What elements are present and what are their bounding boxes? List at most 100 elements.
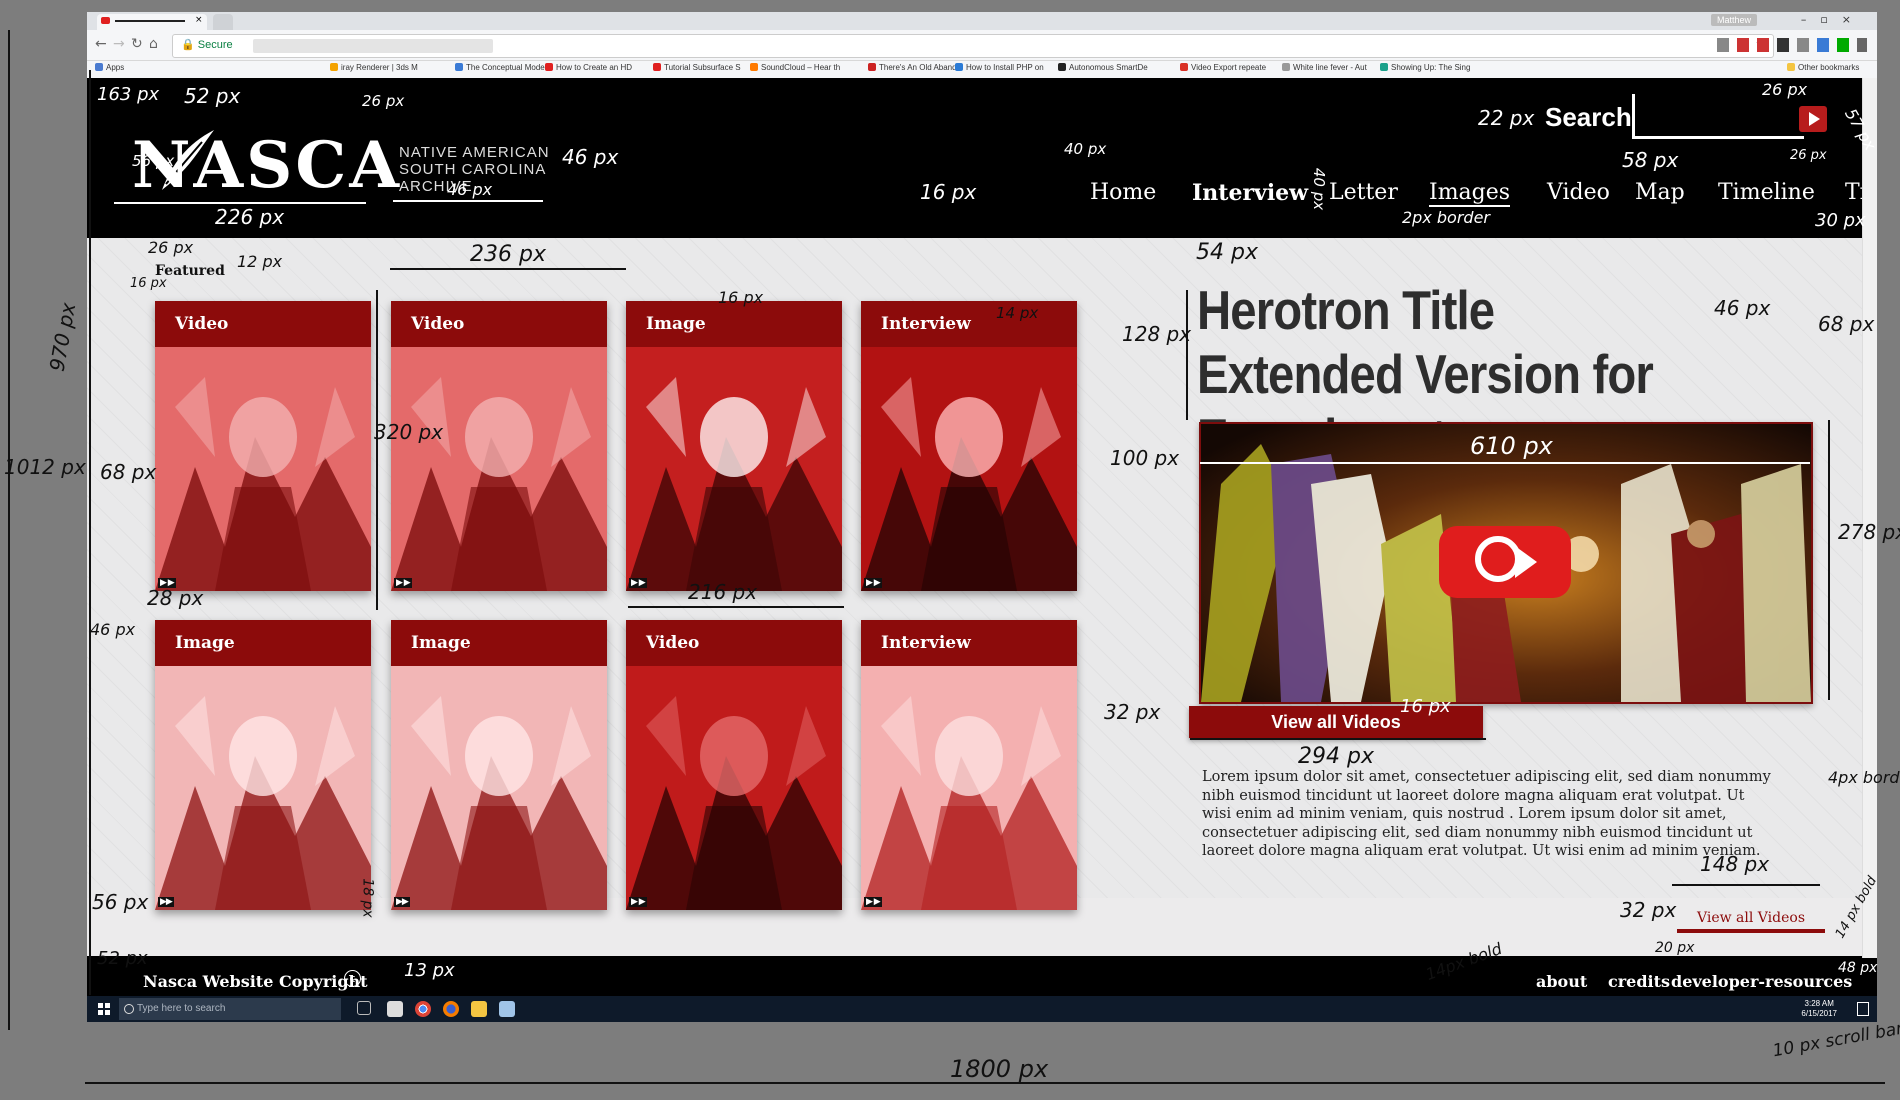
annotation: 148 px: [1700, 852, 1770, 876]
card-play-icon[interactable]: ▶ ▶: [864, 578, 882, 588]
featured-card[interactable]: Interview ▶ ▶: [861, 301, 1077, 591]
task-view-icon[interactable]: [357, 1001, 371, 1015]
annotation: 32 px: [1620, 898, 1677, 922]
card-play-icon[interactable]: ▶ ▶: [864, 897, 882, 907]
bookmark-item[interactable]: Tutorial Subsurface S: [653, 63, 741, 72]
mail-icon[interactable]: [387, 1001, 403, 1017]
annotation: 68 px: [1818, 312, 1875, 336]
notification-icon[interactable]: [1857, 1002, 1869, 1016]
card-type-label: Video: [411, 314, 465, 334]
tab-close-icon[interactable]: ×: [195, 15, 203, 25]
browser-toolbar: ← → ↻ ⌂ 🔒 Secure ☆: [87, 30, 1877, 61]
footer-link-developer-resources[interactable]: developer-resources: [1671, 972, 1852, 991]
other-bookmarks[interactable]: Other bookmarks: [1787, 63, 1859, 72]
archive-width-line: [393, 200, 543, 202]
apps-bookmark[interactable]: Apps: [95, 63, 124, 72]
card-play-icon[interactable]: ▶ ▶: [629, 897, 647, 907]
forward-icon[interactable]: →: [113, 36, 125, 52]
card-image: [155, 666, 371, 910]
bookmark-item[interactable]: White line fever - Aut: [1282, 63, 1367, 72]
bookmark-item[interactable]: How to Create an HD: [545, 63, 632, 72]
bookmark-label: There's An Old Aband: [879, 63, 957, 72]
firefox-icon[interactable]: [443, 1001, 459, 1017]
search-input[interactable]: [1632, 94, 1804, 139]
featured-card[interactable]: Interview ▶ ▶: [861, 620, 1077, 910]
body-text: Lorem ipsum dolor sit amet, consectetuer…: [1202, 769, 1771, 859]
bookmark-item[interactable]: Showing Up: The Sing: [1380, 63, 1470, 72]
view-all-videos-link[interactable]: View all Videos: [1677, 910, 1825, 933]
annotation: 26 px: [362, 92, 405, 110]
website: NASCA NATIVE AMERICAN SOUTH CAROLINA ARC…: [87, 78, 1877, 1008]
screen: × Matthew –▫× ← → ↻ ⌂ 🔒 Secure ☆ Apps ir…: [87, 12, 1877, 1022]
card-header: Video: [391, 301, 607, 347]
annotation: 2px border: [1402, 208, 1490, 227]
nav-letter[interactable]: Letter: [1329, 180, 1398, 205]
bookmark-item[interactable]: Autonomous SmartDe: [1058, 63, 1148, 72]
featured-card[interactable]: Video ▶ ▶: [391, 301, 607, 591]
annotation: 26 px: [148, 238, 194, 257]
nav-map[interactable]: Map: [1635, 180, 1685, 205]
annotation: 216 px: [688, 580, 758, 604]
annotation: 26 px: [1790, 148, 1827, 163]
tab-title-blur: [115, 20, 185, 22]
app-cube-icon[interactable]: [499, 1001, 515, 1017]
home-icon[interactable]: ⌂: [149, 36, 158, 52]
card-image: [861, 347, 1077, 591]
footer-link-credits[interactable]: credits: [1608, 972, 1670, 991]
extension-icons[interactable]: [1717, 38, 1867, 52]
annotation: 56 px: [132, 152, 175, 170]
bookmark-favicon-icon: [955, 63, 963, 71]
bookmark-item[interactable]: iray Renderer | 3ds M: [330, 63, 418, 72]
windows-start-icon[interactable]: [98, 1003, 110, 1015]
taskbar-clock[interactable]: 3:28 AM 6/15/2017: [1801, 999, 1837, 1019]
browser-tab-bar: × Matthew –▫×: [87, 12, 1877, 30]
featured-card[interactable]: Image ▶▶: [391, 620, 607, 910]
nav-timeline[interactable]: Timeline: [1718, 180, 1815, 205]
nav-home[interactable]: Home: [1090, 180, 1156, 205]
bookmark-item[interactable]: SoundCloud – Hear th: [750, 63, 840, 72]
card-play-icon[interactable]: ▶▶: [394, 897, 410, 907]
card-play-icon[interactable]: ▶ ▶: [394, 578, 412, 588]
nav-interview[interactable]: Interview: [1192, 180, 1308, 206]
new-tab-button[interactable]: [213, 14, 233, 30]
card-play-icon[interactable]: ▶ ▶: [629, 578, 647, 588]
card-type-label: Image: [646, 314, 706, 334]
footer-link-about[interactable]: about: [1536, 972, 1587, 991]
chrome-icon[interactable]: [415, 1001, 431, 1017]
featured-card[interactable]: Image ▶ ▶: [626, 301, 842, 591]
annotation: 68 px: [100, 460, 157, 484]
annotation: 30 px: [1815, 210, 1866, 231]
bookmark-item[interactable]: The Conceptual Mode: [455, 63, 545, 72]
back-icon[interactable]: ←: [95, 36, 107, 52]
card-type-label: Video: [646, 633, 700, 653]
annotation: 16 px: [130, 276, 167, 291]
card-play-icon[interactable]: ▶▶: [158, 897, 174, 907]
address-bar[interactable]: 🔒 Secure ☆: [172, 34, 1774, 58]
search-circle-icon: [124, 1004, 134, 1014]
copyright-text: Nasca Website Copyright: [143, 972, 368, 991]
annotation: 226 px: [215, 205, 285, 229]
annotation: 46 px: [447, 180, 493, 199]
taskbar-search[interactable]: Type here to search: [119, 998, 341, 1020]
bookmark-label: How to Create an HD: [556, 63, 633, 72]
window-controls[interactable]: –▫×: [1801, 13, 1865, 26]
featured-card[interactable]: Video ▶ ▶: [155, 301, 371, 591]
bookmark-label: Showing Up: The Sing: [1391, 63, 1471, 72]
annotation: 320 px: [374, 420, 444, 444]
user-chip[interactable]: Matthew: [1710, 14, 1757, 26]
youtube-button[interactable]: [1799, 106, 1827, 132]
card-width-line: [390, 268, 626, 270]
nav-video[interactable]: Video: [1547, 180, 1610, 205]
video-play-button[interactable]: [1439, 526, 1571, 598]
file-explorer-icon[interactable]: [471, 1001, 487, 1017]
reload-icon[interactable]: ↻: [131, 36, 143, 52]
nav-images[interactable]: Images: [1429, 180, 1511, 207]
bookmark-item[interactable]: There's An Old Aband: [868, 63, 957, 72]
browser-tab[interactable]: ×: [97, 14, 207, 30]
bookmark-item[interactable]: Video Export repeate: [1180, 63, 1266, 72]
featured-card[interactable]: Image ▶▶: [155, 620, 371, 910]
bookmark-item[interactable]: How to Install PHP on: [955, 63, 1044, 72]
bookmark-favicon-icon: [750, 63, 758, 71]
annotation: 40 px: [1064, 140, 1107, 158]
featured-card[interactable]: Video ▶ ▶: [626, 620, 842, 910]
